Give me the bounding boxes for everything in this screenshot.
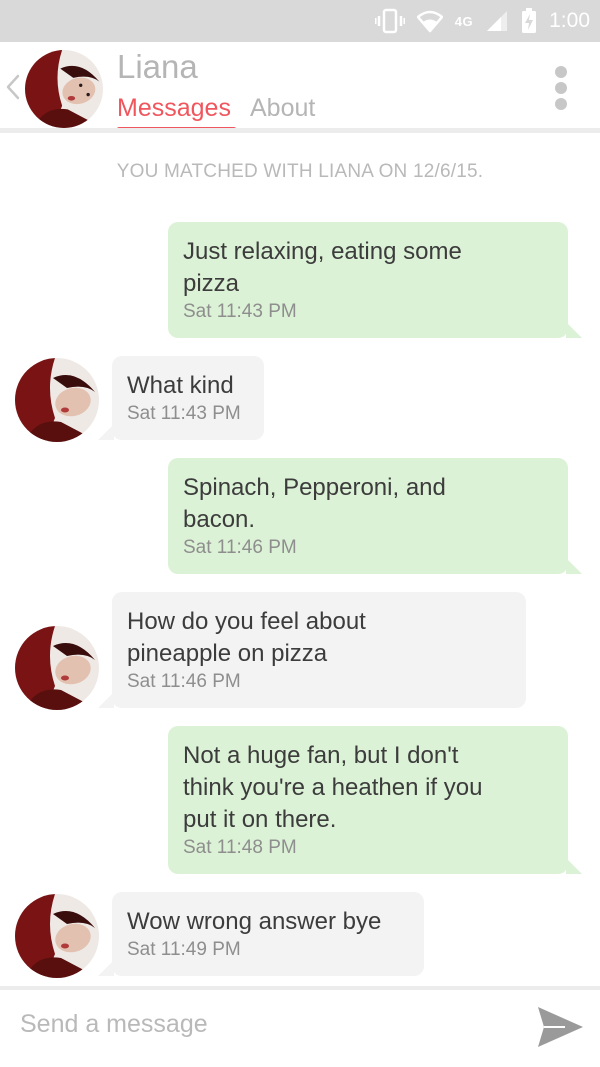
header-divider — [0, 128, 600, 133]
composer-divider — [0, 986, 600, 990]
more-dot — [555, 66, 567, 78]
message-timestamp: Sat 11:46 PM — [127, 671, 241, 692]
contact-name[interactable]: Liana — [117, 48, 198, 86]
sent-message-bubble[interactable]: Not a huge fan, but I don't think you're… — [168, 726, 582, 874]
more-dot — [555, 98, 567, 110]
back-chevron-icon[interactable] — [2, 70, 24, 104]
avatar-photo — [15, 894, 99, 978]
avatar-photo — [15, 626, 99, 710]
more-vertical-icon[interactable] — [550, 64, 572, 112]
message-input[interactable]: Send a message — [20, 1010, 208, 1039]
vibrate-icon — [374, 8, 405, 34]
contact-avatar[interactable] — [25, 50, 103, 128]
send-icon[interactable] — [535, 1004, 585, 1050]
tab-about[interactable]: About — [250, 94, 315, 123]
sender-avatar[interactable] — [15, 626, 99, 710]
sender-avatar[interactable] — [15, 894, 99, 978]
sender-avatar[interactable] — [15, 358, 99, 442]
message-text-line: Wow wrong answer bye — [127, 908, 382, 935]
bubble-tail — [566, 858, 582, 874]
received-message-bubble[interactable]: Wow wrong answer bye Sat 11:49 PM — [98, 892, 424, 976]
message-timestamp: Sat 11:43 PM — [127, 403, 241, 424]
message-text-line: How do you feel about — [127, 608, 366, 635]
status-bar: 4G 1:00 — [0, 0, 600, 42]
message-text-line: Not a huge fan, but I don't — [183, 742, 459, 769]
signal-icon — [487, 11, 508, 31]
network-type: 4G — [454, 13, 474, 29]
bubble-tail — [566, 558, 582, 574]
avatar-photo — [25, 50, 103, 128]
status-icons: 4G 1:00 — [374, 0, 590, 42]
message-text-line: Spinach, Pepperoni, and — [183, 474, 446, 501]
message-text-line: bacon. — [183, 506, 256, 533]
tab-messages[interactable]: Messages — [117, 94, 231, 123]
sent-message-bubble[interactable]: Just relaxing, eating some pizza Sat 11:… — [168, 222, 582, 338]
message-timestamp: Sat 11:43 PM — [183, 301, 297, 322]
sent-message-bubble[interactable]: Spinach, Pepperoni, and bacon. Sat 11:46… — [168, 458, 582, 574]
message-timestamp: Sat 11:46 PM — [183, 537, 297, 558]
battery-charging-icon — [522, 8, 537, 33]
avatar-photo — [15, 358, 99, 442]
bubble-tail — [98, 960, 114, 976]
bubble-tail — [566, 322, 582, 338]
message-text-line: think you're a heathen if you — [183, 774, 483, 801]
message-text-line: pizza — [183, 270, 240, 297]
message-timestamp: Sat 11:49 PM — [127, 939, 241, 960]
bubble-tail — [98, 424, 114, 440]
wifi-icon — [416, 10, 443, 33]
message-text-line: put it on there. — [183, 806, 337, 833]
received-message-bubble[interactable]: How do you feel about pineapple on pizza… — [98, 592, 526, 708]
message-text-line: Just relaxing, eating some — [183, 238, 462, 265]
match-note: YOU MATCHED WITH LIANA ON 12/6/15. — [116, 161, 484, 182]
more-dot — [555, 82, 567, 94]
message-text-line: pineapple on pizza — [127, 640, 328, 667]
received-message-bubble[interactable]: What kind Sat 11:43 PM — [98, 356, 264, 440]
message-text-line: What kind — [127, 372, 234, 399]
message-timestamp: Sat 11:48 PM — [183, 837, 297, 858]
clock: 1:00 — [549, 9, 590, 32]
bubble-tail — [98, 692, 114, 708]
